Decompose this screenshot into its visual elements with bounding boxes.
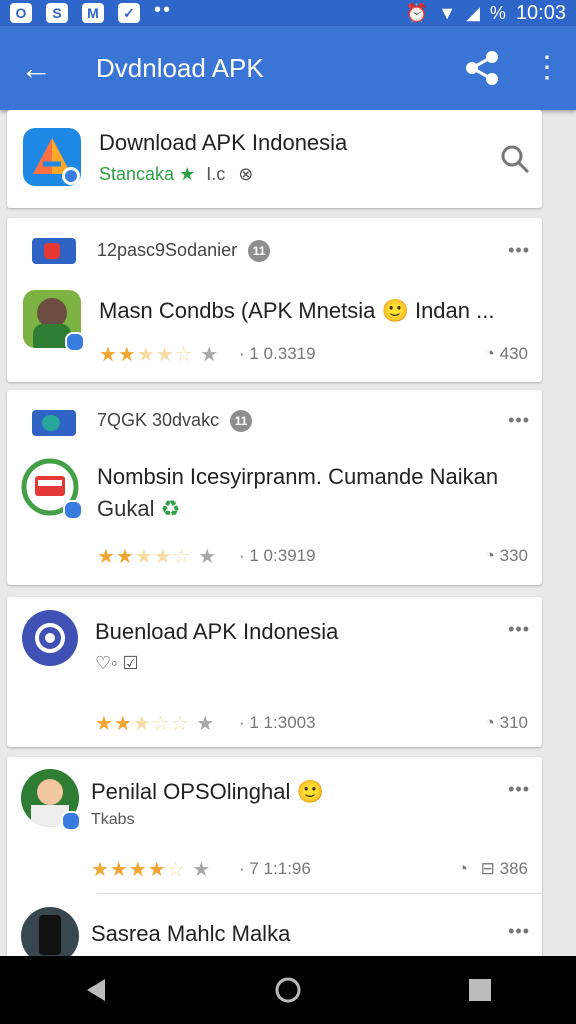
comment-count: ◔ 310 bbox=[484, 713, 528, 732]
post-title: Penilal OPSOlinghal 🙂 bbox=[91, 779, 324, 804]
comment-icon: ◔ bbox=[457, 859, 468, 878]
comment-icon: ◔ bbox=[484, 546, 495, 565]
app-bar: ← Dvdnload APK ⋮ bbox=[0, 26, 576, 110]
divider bbox=[97, 893, 542, 894]
post-card[interactable]: 7QGK 30dvakc 11 ••• Nombsin Icesyirpranm… bbox=[7, 390, 542, 585]
save-icon: ⊟ bbox=[480, 859, 495, 878]
post-subtitle: Tkabs bbox=[91, 811, 135, 828]
rating-stars: ★★★★☆ ★ bbox=[99, 344, 220, 366]
search-icon[interactable] bbox=[500, 144, 530, 174]
share-icon[interactable] bbox=[462, 48, 502, 88]
notification-icon: M bbox=[82, 3, 104, 23]
feed: Download APK Indonesia Stancaka ★ I.c ⊗ … bbox=[0, 110, 576, 956]
comment-count: ◔ ⊟ 386 bbox=[457, 859, 528, 878]
comment-icon: ◔ bbox=[484, 713, 495, 732]
close-circle-icon: ⊗ bbox=[238, 164, 254, 184]
developer-label: Stancaka bbox=[99, 164, 175, 184]
rating-stars: ★★★★☆ ★ bbox=[91, 859, 212, 881]
more-options-icon[interactable]: ••• bbox=[508, 779, 530, 800]
source-icon bbox=[32, 238, 76, 264]
compass-icon bbox=[22, 610, 78, 666]
app-logo-icon bbox=[23, 128, 81, 186]
status-bar: O S M ✓ •• ⏰ ▼ ◢ % 10:03 bbox=[0, 0, 576, 26]
more-notifications-icon: •• bbox=[154, 0, 173, 21]
signal-icon: ◢ bbox=[466, 2, 480, 23]
alarm-icon: ⏰ bbox=[405, 2, 429, 23]
post-card[interactable]: Penilal OPSOlinghal 🙂 Tkabs ••• ★★★★☆ ★ … bbox=[7, 757, 542, 956]
wifi-icon: ▼ bbox=[438, 2, 457, 23]
clock: 10:03 bbox=[515, 1, 566, 24]
rating-stars: ★★★☆☆ ★ bbox=[95, 713, 216, 735]
app-header-card[interactable]: Download APK Indonesia Stancaka ★ I.c ⊗ bbox=[7, 110, 542, 208]
source-badge: 11 bbox=[230, 410, 253, 433]
reaction-icons: ♡◦ ☑ bbox=[95, 653, 139, 673]
verified-badge-icon bbox=[61, 811, 81, 831]
page-title: Dvdnload APK bbox=[96, 52, 264, 83]
avatar bbox=[21, 907, 79, 956]
post-title: Masn Condbs (APK Mnetsia 🙂 Indan ... bbox=[99, 298, 495, 323]
post-card[interactable]: 12pasc9Sodanier 11 ••• Masn Condbs (APK … bbox=[7, 218, 542, 382]
rating-text: · 1 0.3319 bbox=[239, 344, 316, 363]
system-nav-bar bbox=[0, 956, 576, 1024]
verified-badge-icon bbox=[63, 500, 83, 520]
rating-text: · 1 1:3003 bbox=[239, 713, 316, 732]
notification-icon: ✓ bbox=[118, 3, 140, 23]
source-badge: 11 bbox=[248, 240, 271, 263]
verified-badge-icon bbox=[65, 332, 85, 352]
home-nav-icon[interactable] bbox=[258, 965, 318, 1015]
source-name: 12pasc9Sodanier bbox=[97, 240, 238, 260]
back-nav-icon[interactable] bbox=[66, 965, 126, 1015]
source-name: 7QGK 30dvakc bbox=[97, 410, 220, 430]
more-options-icon[interactable]: ••• bbox=[508, 240, 530, 261]
post-title: Buenload APK Indonesia bbox=[95, 619, 339, 644]
notification-icon: S bbox=[46, 3, 68, 23]
rating-text: · 1 0:3919 bbox=[239, 546, 316, 565]
post-title: Sasrea Mahlc Malka bbox=[91, 921, 291, 946]
more-vert-icon[interactable]: ⋮ bbox=[532, 53, 562, 83]
comment-icon: ◔ bbox=[484, 344, 495, 363]
rating-stars: ★★★★☆ ★ bbox=[97, 546, 218, 568]
star-icon: ★ bbox=[179, 164, 196, 184]
battery-icon: % bbox=[489, 2, 506, 23]
more-options-icon[interactable]: ••• bbox=[508, 410, 530, 431]
recycle-icon: ♻ bbox=[160, 496, 181, 521]
arrow-left-icon[interactable]: ← bbox=[0, 50, 72, 87]
more-options-icon[interactable]: ••• bbox=[508, 619, 530, 640]
app-meta: I.c bbox=[206, 164, 226, 184]
post-title: Nombsin Icesyirpranm. Cumande Naikan bbox=[97, 464, 499, 489]
post-title-line2: Gukal bbox=[97, 496, 155, 521]
app-title: Download APK Indonesia bbox=[99, 130, 348, 155]
comment-count: ◔ 430 bbox=[484, 344, 528, 363]
rating-text: · 7 1:1:96 bbox=[239, 859, 311, 878]
post-card[interactable]: Buenload APK Indonesia ♡◦ ☑ ••• ★★★☆☆ ★ … bbox=[7, 597, 542, 747]
more-options-icon[interactable]: ••• bbox=[508, 921, 530, 942]
comment-count: ◔ 330 bbox=[484, 546, 528, 565]
recents-nav-icon[interactable] bbox=[450, 965, 510, 1015]
notification-icon: O bbox=[10, 3, 32, 23]
source-icon bbox=[32, 410, 76, 436]
